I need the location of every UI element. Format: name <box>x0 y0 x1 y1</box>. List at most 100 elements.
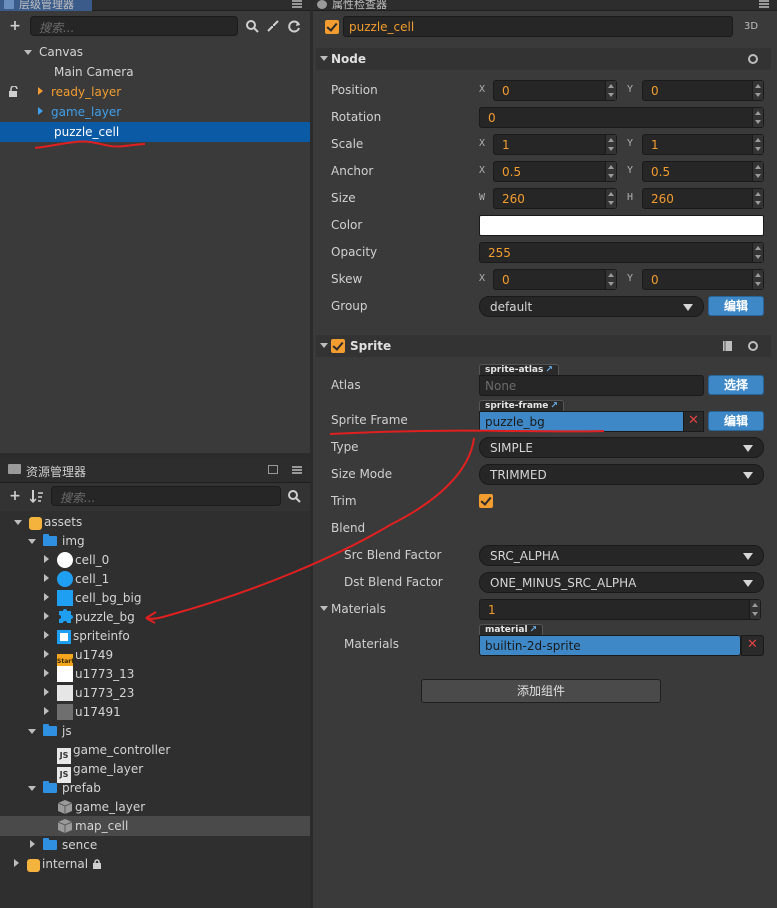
external-link-icon[interactable]: ↗ <box>530 625 538 635</box>
book-icon[interactable] <box>722 340 733 352</box>
tree-item-ready-layer[interactable]: ready_layer <box>0 82 310 102</box>
clear-sprite-frame-button[interactable]: ✕ <box>683 411 704 432</box>
caret-right-icon[interactable] <box>44 669 49 677</box>
scale-x-input[interactable]: 1 <box>493 134 617 155</box>
tree-item-prefab[interactable]: prefab <box>0 778 101 798</box>
tree-item-internal[interactable]: internal <box>0 854 102 874</box>
tree-item-img[interactable]: img <box>0 531 85 551</box>
atlas-select-button[interactable]: 选择 <box>708 375 764 395</box>
add-component-button[interactable]: 添加组件 <box>421 679 661 703</box>
caret-right-icon[interactable] <box>44 574 49 582</box>
tree-item-spriteinfo[interactable]: spriteinfo <box>0 626 130 646</box>
sprite-frame-edit-button[interactable]: 编辑 <box>708 411 764 431</box>
tree-item-js[interactable]: js <box>0 721 72 741</box>
spinner[interactable] <box>605 270 616 289</box>
assets-add-button[interactable]: + <box>8 488 22 504</box>
position-x-input[interactable]: 0 <box>493 80 617 101</box>
tree-item-u1773-23[interactable]: u1773_23 <box>0 683 134 703</box>
group-edit-button[interactable]: 编辑 <box>708 296 764 316</box>
color-swatch[interactable] <box>479 215 764 236</box>
tree-item-puzzle-bg[interactable]: puzzle_bg <box>0 607 135 627</box>
caret-right-icon[interactable] <box>30 840 35 848</box>
position-y-input[interactable]: 0 <box>642 80 764 101</box>
caret-right-icon[interactable] <box>44 650 49 658</box>
src-blend-select[interactable]: SRC_ALPHA <box>479 545 764 566</box>
spinner[interactable] <box>605 135 616 154</box>
material-field[interactable]: builtin-2d-sprite <box>479 635 741 656</box>
clear-material-button[interactable]: ✕ <box>741 635 764 656</box>
tree-item-u1749[interactable]: Startu1749 <box>0 645 113 670</box>
scale-y-input[interactable]: 1 <box>642 134 764 155</box>
tree-item-game-layer-prefab[interactable]: game_layer <box>0 797 145 817</box>
caret-down-icon[interactable] <box>28 786 36 791</box>
caret-down-icon[interactable] <box>28 539 36 544</box>
caret-down-icon[interactable] <box>320 343 328 348</box>
caret-down-icon[interactable] <box>14 520 22 525</box>
tree-item-sence[interactable]: sence <box>0 835 97 855</box>
refresh-icon[interactable] <box>288 20 301 33</box>
tree-item-main-camera[interactable]: Main Camera <box>0 62 134 82</box>
node-section-header[interactable] <box>316 48 771 70</box>
skew-y-input[interactable]: 0 <box>642 269 764 290</box>
atlas-field[interactable]: None <box>479 375 704 396</box>
sort-icon[interactable] <box>30 489 44 503</box>
hierarchy-search-input[interactable]: 搜索... <box>30 16 238 36</box>
spinner[interactable] <box>605 189 616 208</box>
spinner[interactable] <box>752 108 763 127</box>
external-link-icon[interactable]: ↗ <box>545 365 553 375</box>
spinner[interactable] <box>752 135 763 154</box>
caret-down-icon[interactable] <box>24 50 32 55</box>
caret-down-icon[interactable] <box>320 56 328 61</box>
node-active-checkbox[interactable] <box>325 20 339 34</box>
search-icon[interactable] <box>246 20 259 33</box>
caret-right-icon[interactable] <box>44 688 49 696</box>
materials-count-input[interactable]: 1 <box>479 599 761 620</box>
rotation-input[interactable]: 0 <box>479 107 764 128</box>
tree-item-u1773-13[interactable]: u1773_13 <box>0 664 134 684</box>
sprite-enabled-checkbox[interactable] <box>331 339 345 353</box>
tree-item-u17491[interactable]: u17491 <box>0 702 121 722</box>
collapse-icon[interactable] <box>267 20 279 32</box>
spinner[interactable] <box>749 600 760 619</box>
skew-x-input[interactable]: 0 <box>493 269 617 290</box>
spinner[interactable] <box>605 162 616 181</box>
caret-right-icon[interactable] <box>14 859 19 867</box>
tree-item-cell-0[interactable]: cell_0 <box>0 550 109 570</box>
tree-item-assets[interactable]: assets <box>0 512 82 532</box>
3d-toggle[interactable]: 3D <box>744 21 758 32</box>
gear-icon[interactable] <box>748 54 758 64</box>
dst-blend-select[interactable]: ONE_MINUS_SRC_ALPHA <box>479 572 764 593</box>
caret-right-icon[interactable] <box>44 612 49 620</box>
opacity-input[interactable]: 255 <box>479 242 764 263</box>
tree-item-canvas[interactable]: Canvas <box>0 42 83 62</box>
tree-item-cell-bg-big[interactable]: cell_bg_big <box>0 588 141 608</box>
hierarchy-add-button[interactable]: + <box>8 18 22 34</box>
spinner[interactable] <box>752 81 763 100</box>
inspector-menu-icon[interactable] <box>759 0 769 8</box>
anchor-x-input[interactable]: 0.5 <box>493 161 617 182</box>
node-name-input[interactable]: puzzle_cell <box>343 16 733 37</box>
external-link-icon[interactable]: ↗ <box>550 401 558 411</box>
caret-right-icon[interactable] <box>44 593 49 601</box>
caret-right-icon[interactable] <box>44 555 49 563</box>
spinner[interactable] <box>752 189 763 208</box>
tree-item-map-cell[interactable]: map_cell <box>0 816 310 836</box>
caret-right-icon[interactable] <box>38 87 43 95</box>
type-select[interactable]: SIMPLE <box>479 437 764 458</box>
caret-right-icon[interactable] <box>38 107 43 115</box>
spinner[interactable] <box>752 243 763 262</box>
size-w-input[interactable]: 260 <box>493 188 617 209</box>
size-mode-select[interactable]: TRIMMED <box>479 464 764 485</box>
spinner[interactable] <box>605 81 616 100</box>
spinner[interactable] <box>752 162 763 181</box>
tree-item-game-controller[interactable]: JS game_controller <box>0 740 170 764</box>
anchor-y-input[interactable]: 0.5 <box>642 161 764 182</box>
tree-item-game-layer-js[interactable]: JS game_layer <box>0 759 143 783</box>
hierarchy-menu-icon[interactable] <box>292 0 302 8</box>
gear-icon[interactable] <box>748 341 758 351</box>
group-select[interactable]: default <box>479 296 704 317</box>
tree-item-cell-1[interactable]: cell_1 <box>0 569 109 589</box>
size-h-input[interactable]: 260 <box>642 188 764 209</box>
caret-right-icon[interactable] <box>44 631 49 639</box>
unlock-icon[interactable] <box>8 85 20 97</box>
